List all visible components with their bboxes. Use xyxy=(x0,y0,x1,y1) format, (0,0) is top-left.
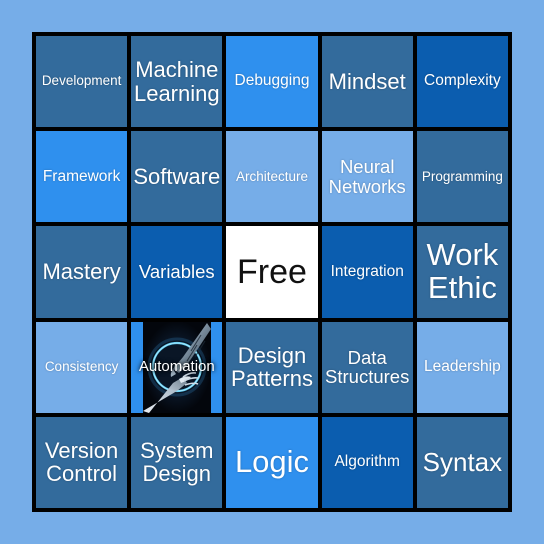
bingo-cell-label: Free xyxy=(237,252,307,291)
bingo-cell-label: Integration xyxy=(330,262,404,280)
bingo-cell-label: Syntax xyxy=(422,446,503,477)
bingo-cell-label: Leadership xyxy=(424,357,501,375)
bingo-cell-label: Automation xyxy=(138,358,215,376)
bingo-cell-r5-c4[interactable]: Algorithm xyxy=(321,416,413,508)
bingo-cell-label: Neural Networks xyxy=(328,156,406,197)
bingo-cell-r1-c2[interactable]: Machine Learning xyxy=(131,36,223,128)
bingo-cell-label: Algorithm xyxy=(334,453,400,471)
bingo-cell-label: Debugging xyxy=(234,72,310,90)
bingo-cell-label: Software xyxy=(133,164,221,190)
bingo-card-grid: Development Machine Learning Debugging Mind… xyxy=(32,32,512,512)
bingo-cell-label: Machine Learning xyxy=(133,57,220,106)
bingo-cell-r4-c3[interactable]: Design Patterns xyxy=(226,321,318,413)
bingo-cell-label: Programming xyxy=(421,168,503,184)
bingo-cell-r3-c2[interactable]: Variables xyxy=(131,226,223,318)
bingo-cell-label: Data Structures xyxy=(325,346,410,388)
bingo-cell-r4-c4[interactable]: Data Structures xyxy=(321,321,413,413)
bingo-cell-r1-c5[interactable]: Complexity xyxy=(416,36,508,128)
bingo-cell-label: Framework xyxy=(42,167,121,185)
bingo-cell-label: Version Control xyxy=(44,438,119,487)
bingo-cell-label: Variables xyxy=(138,261,215,283)
bingo-cell-r4-c2[interactable]: Automation xyxy=(131,321,223,413)
bingo-cell-r4-c5[interactable]: Leadership xyxy=(416,321,508,413)
bingo-cell-r2-c4[interactable]: Neural Networks xyxy=(321,131,413,223)
bingo-cell-label: Architecture xyxy=(235,168,308,184)
bingo-cell-label: Mindset xyxy=(328,68,406,94)
bingo-cell-label: Complexity xyxy=(424,72,501,90)
bingo-cell-r2-c2[interactable]: Software xyxy=(131,131,223,223)
bingo-cell-label: Development xyxy=(41,73,122,89)
bingo-cell-r2-c1[interactable]: Framework xyxy=(36,131,128,223)
bingo-cell-r5-c1[interactable]: Version Control xyxy=(36,416,128,508)
bingo-cell-r1-c4[interactable]: Mindset xyxy=(321,36,413,128)
bingo-cell-r4-c1[interactable]: Consistency xyxy=(36,321,128,413)
bingo-cell-label: Design Patterns xyxy=(231,342,313,392)
bingo-cell-r5-c2[interactable]: System Design xyxy=(131,416,223,508)
bingo-cell-r3-c3[interactable]: Free xyxy=(226,226,318,318)
bingo-cell-label: Logic xyxy=(234,443,310,479)
bingo-cell-r1-c1[interactable]: Development xyxy=(36,36,128,128)
bingo-cell-r2-c3[interactable]: Architecture xyxy=(226,131,318,223)
bingo-cell-label: Work Ethic xyxy=(426,237,499,305)
bingo-cell-r1-c3[interactable]: Debugging xyxy=(226,36,318,128)
bingo-cell-r5-c5[interactable]: Syntax xyxy=(416,416,508,508)
bingo-cell-label: Consistency xyxy=(44,359,119,375)
bingo-cell-r3-c4[interactable]: Integration xyxy=(321,226,413,318)
bingo-cell-label: Mastery xyxy=(42,259,121,285)
bingo-cell-r2-c5[interactable]: Programming xyxy=(416,131,508,223)
bingo-cell-r5-c3[interactable]: Logic xyxy=(226,416,318,508)
bingo-cell-r3-c1[interactable]: Mastery xyxy=(36,226,128,318)
bingo-cell-r3-c5[interactable]: Work Ethic xyxy=(416,226,508,318)
bingo-cell-label: System Design xyxy=(140,438,214,487)
